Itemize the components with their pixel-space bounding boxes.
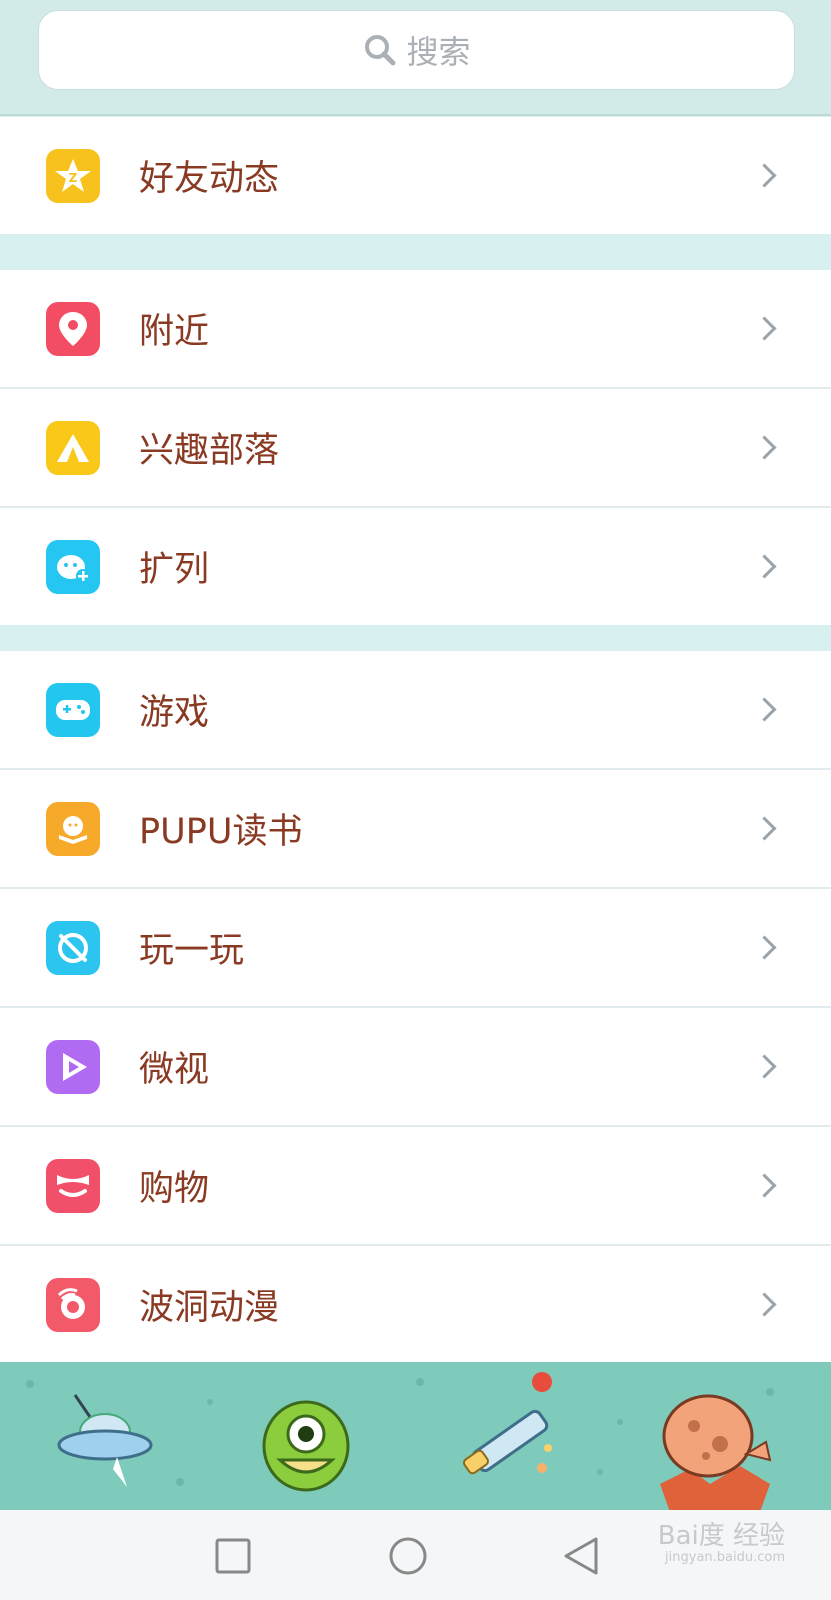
- chevron-right-icon: [752, 1173, 777, 1198]
- search-icon: [365, 35, 396, 66]
- watermark: Bai度 经验 jingyan.baidu.com: [658, 1522, 785, 1565]
- list-item-pupu[interactable]: PUPU读书: [0, 770, 831, 889]
- add-friend-face-icon: [46, 539, 100, 594]
- list-item-qzone[interactable]: Z 好友动态: [0, 117, 831, 234]
- gamepad-icon: [46, 682, 100, 737]
- book-icon: [46, 801, 100, 856]
- list-item-nearby[interactable]: 附近: [0, 270, 831, 389]
- list-item-tribe[interactable]: 兴趣部落: [0, 389, 831, 508]
- chevron-right-icon: [752, 1054, 777, 1079]
- list-item-label: PUPU读书: [139, 812, 303, 852]
- chevron-right-icon: [752, 697, 777, 722]
- watermark-brand: Bai度 经验: [657, 1521, 785, 1551]
- home-icon[interactable]: [388, 1536, 428, 1576]
- list-item-kuolie[interactable]: 扩列: [0, 508, 831, 625]
- chevron-right-icon: [752, 316, 777, 341]
- shopping-bow-icon: [46, 1158, 100, 1213]
- list-item-label: 购物: [139, 1169, 210, 1209]
- list-item-weishi[interactable]: 微视: [0, 1008, 831, 1127]
- telescope-icon[interactable]: [460, 1372, 560, 1486]
- ufo-icon[interactable]: [55, 1387, 155, 1501]
- bottom-tab-bar: [0, 1362, 831, 1512]
- recent-apps-icon[interactable]: [215, 1538, 251, 1574]
- location-pin-icon: [46, 301, 100, 356]
- list-item-label: 附近: [139, 312, 210, 352]
- list-item-play[interactable]: 玩一玩: [0, 889, 831, 1008]
- green-monster-icon[interactable]: [258, 1394, 354, 1498]
- list-item-label: 扩列: [139, 550, 210, 590]
- anime-icon: [46, 1277, 100, 1332]
- list-item-label: 波洞动漫: [139, 1288, 280, 1328]
- list-item-label: 游戏: [139, 693, 210, 733]
- list-item-label: 好友动态: [139, 159, 280, 199]
- group-apps: 游戏 PUPU读书 玩一玩 微视 购物 波洞动漫: [0, 651, 831, 1363]
- qzone-star-icon: Z: [46, 148, 100, 203]
- search-header: 搜索: [0, 0, 831, 116]
- chevron-right-icon: [752, 816, 777, 841]
- chevron-right-icon: [752, 554, 777, 579]
- play-video-icon: [46, 1039, 100, 1094]
- chevron-right-icon: [752, 163, 777, 188]
- planet-icon: [46, 920, 100, 975]
- search-bar[interactable]: 搜索: [38, 10, 795, 90]
- svg-text:Z: Z: [69, 171, 78, 185]
- list-item-label: 兴趣部落: [139, 431, 280, 471]
- search-placeholder: 搜索: [406, 33, 471, 71]
- list-item-label: 玩一玩: [139, 931, 245, 971]
- asteroid-icon[interactable]: [650, 1384, 780, 1512]
- group-friends: Z 好友动态: [0, 117, 831, 234]
- list-item-label: 微视: [139, 1050, 210, 1090]
- chevron-right-icon: [752, 1292, 777, 1317]
- list-item-anime[interactable]: 波洞动漫: [0, 1246, 831, 1363]
- list-item-shop[interactable]: 购物: [0, 1127, 831, 1246]
- watermark-url: jingyan.baidu.com: [665, 1549, 785, 1565]
- back-icon[interactable]: [562, 1536, 600, 1576]
- chevron-right-icon: [752, 435, 777, 460]
- tent-icon: [46, 420, 100, 475]
- group-social: 附近 兴趣部落 扩列: [0, 270, 831, 625]
- list-item-game[interactable]: 游戏: [0, 651, 831, 770]
- chevron-right-icon: [752, 935, 777, 960]
